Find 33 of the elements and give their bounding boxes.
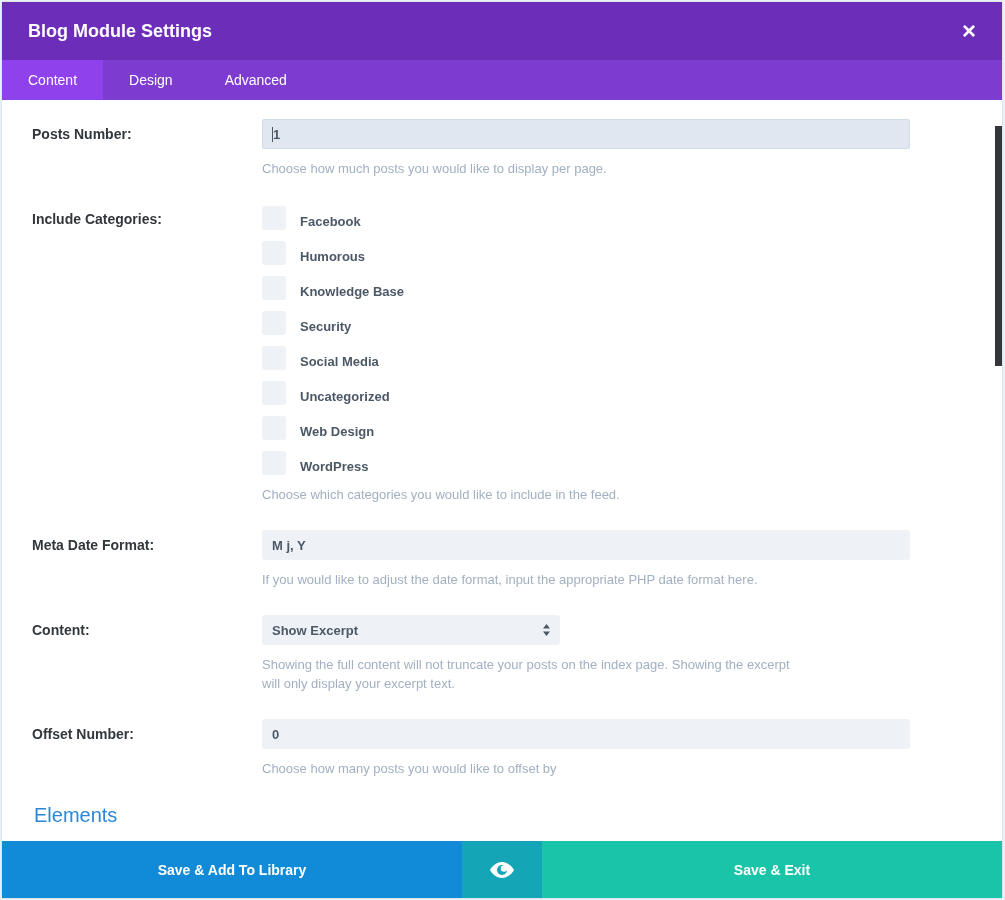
updown-arrows-icon	[543, 624, 550, 636]
tab[interactable]: Content	[2, 60, 104, 100]
setting-label: Meta Date Format:	[32, 536, 155, 553]
checkbox-label: Uncategorized	[300, 387, 390, 404]
close-button[interactable]: ×	[958, 17, 980, 45]
setting-label: Content:	[32, 621, 90, 638]
preview-button[interactable]	[462, 841, 542, 898]
select-dropdown[interactable]: Show Excerpt	[262, 615, 560, 645]
tab[interactable]: Advanced	[198, 60, 313, 100]
checkbox-label: Facebook	[300, 212, 361, 229]
field-description: Showing the full content will not truncate your posts on the index page. Showing the excerpt will only display your excerpt text.	[262, 656, 791, 693]
section-heading: Elements	[34, 804, 118, 827]
text-field[interactable]: 0	[262, 719, 910, 749]
field-description: Choose which categories you would like to include in the feed.	[262, 486, 621, 504]
window-title: Blog Module Settings	[28, 20, 212, 42]
field-description: If you would like to adjust the date format, input the appropriate PHP date format here.	[262, 571, 759, 589]
checkbox-label: Knowledge Base	[300, 282, 405, 299]
eye-icon	[490, 861, 514, 878]
checkbox-label: Social Media	[300, 352, 379, 369]
setting-label: Include Categories:	[32, 210, 162, 227]
text-field[interactable]: 1	[262, 119, 910, 149]
setting-label: Offset Number:	[32, 725, 134, 742]
scrollbar-thumb[interactable]	[995, 126, 1002, 366]
save-to-library-button[interactable]: Save & Add To Library	[2, 841, 462, 898]
field-description: Choose how much posts you would like to display per page.	[262, 160, 608, 178]
checkbox-label: WordPress	[300, 457, 369, 474]
field-description: Choose how many posts you would like to offset by	[262, 760, 558, 778]
tab[interactable]: Design	[103, 60, 199, 100]
checkbox-label: Humorous	[300, 247, 365, 264]
setting-label: Posts Number:	[32, 125, 132, 142]
checkbox-label: Security	[300, 317, 352, 334]
checkbox-label: Web Design	[300, 422, 375, 439]
text-field[interactable]: M j, Y	[262, 530, 910, 560]
